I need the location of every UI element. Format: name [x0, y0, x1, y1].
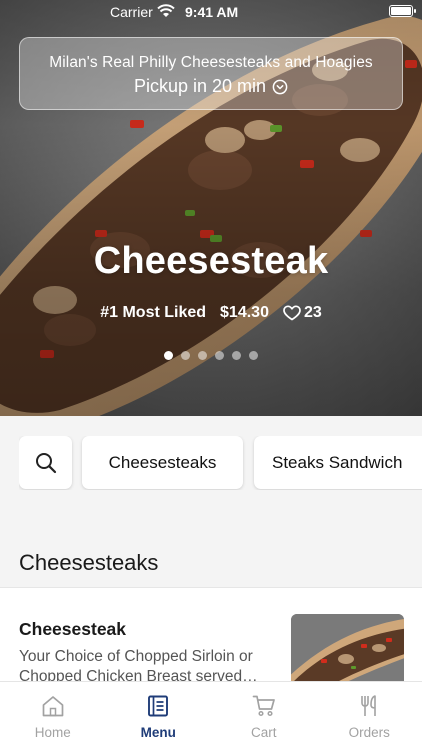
menu-item-row[interactable]: Cheesesteak Your Choice of Chopped Sirlo…	[0, 588, 422, 688]
restaurant-name: Milan's Real Philly Cheesesteaks and Hoa…	[49, 54, 373, 71]
carousel-dot[interactable]	[198, 351, 207, 360]
category-chip-steaks-sandwich[interactable]: Steaks Sandwich	[254, 436, 422, 489]
carousel-dot[interactable]	[232, 351, 241, 360]
carousel-dot[interactable]	[215, 351, 224, 360]
tab-cart[interactable]: Cart	[211, 682, 317, 750]
tab-bar: Home Menu Cart Orders	[0, 681, 422, 750]
hero-banner[interactable]: Carrier 9:41 AM Milan's Real Philly Chee…	[0, 0, 422, 416]
tab-label: Home	[34, 725, 71, 740]
carousel-pager	[0, 351, 422, 360]
wifi-icon	[157, 4, 175, 17]
tab-label: Cart	[250, 725, 277, 740]
chevron-down-circle-icon	[272, 79, 288, 94]
tab-home[interactable]: Home	[0, 682, 106, 750]
category-bar: Cheesesteaks Steaks Sandwich	[19, 436, 422, 490]
featured-price: $14.30	[220, 304, 269, 321]
carousel-dot[interactable]	[181, 351, 190, 360]
menu-item-thumbnail	[291, 614, 404, 688]
featured-likes: 23	[303, 304, 322, 321]
tab-label: Menu	[140, 725, 176, 740]
category-chip-cheesesteaks[interactable]: Cheesesteaks	[82, 436, 243, 489]
carousel-dot[interactable]	[164, 351, 173, 360]
pickup-selector[interactable]: Milan's Real Philly Cheesesteaks and Hoa…	[19, 37, 403, 110]
tab-orders[interactable]: Orders	[317, 682, 422, 750]
carousel-dot[interactable]	[249, 351, 258, 360]
battery-icon	[389, 5, 416, 17]
home-icon	[42, 696, 64, 717]
featured-item-title: Cheesesteak	[93, 240, 329, 282]
heart-icon[interactable]	[283, 305, 301, 321]
pickup-time: Pickup in 20 min	[133, 76, 267, 96]
menu-item-name: Cheesesteak	[19, 619, 127, 639]
clock-label: 9:41 AM	[185, 4, 239, 20]
cheesesteak-thumbnail-image	[291, 614, 404, 688]
search-icon	[35, 452, 56, 473]
menu-icon	[148, 695, 169, 717]
featured-rank: #1 Most Liked	[100, 304, 207, 321]
tab-label: Orders	[348, 725, 390, 740]
cart-icon	[252, 695, 275, 717]
status-bar: Carrier 9:41 AM	[0, 0, 422, 24]
orders-icon	[361, 695, 377, 716]
featured-item-meta: #1 Most Liked $14.30 23	[0, 304, 422, 322]
carrier-label: Carrier	[110, 4, 153, 20]
search-button[interactable]	[19, 436, 72, 489]
section-title: Cheesesteaks	[19, 550, 159, 575]
tab-menu[interactable]: Menu	[106, 682, 212, 750]
